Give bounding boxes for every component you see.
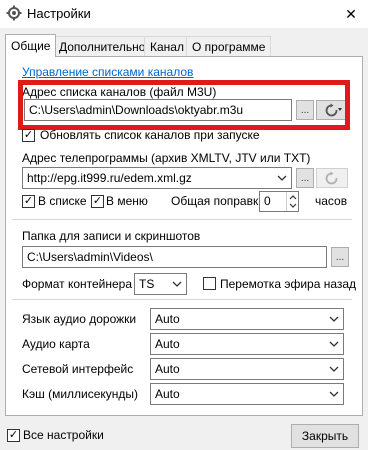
epg-browse-button[interactable]: ...	[296, 168, 314, 188]
window-close-button[interactable]: ✕	[334, 0, 368, 28]
tab-about[interactable]: О программе	[186, 36, 272, 56]
network-interface-label: Сетевой интерфейс	[22, 362, 134, 376]
chevron-down-icon	[329, 366, 339, 372]
epg-label: Адрес телепрограммы (архив XMLTV, JTV ил…	[22, 151, 311, 165]
window-title: Настройки	[27, 6, 91, 21]
update-on-start-checkbox[interactable]: ✓	[22, 129, 35, 142]
in-menu-checkbox[interactable]: ✓	[91, 195, 104, 208]
audio-card-label: Аудио карта	[22, 337, 90, 351]
audio-track-label: Язык аудио дорожки	[22, 312, 137, 326]
gear-icon	[6, 5, 22, 21]
time-offset-spinner[interactable]	[286, 192, 298, 211]
spinner-arrows-icon	[289, 195, 297, 208]
container-format-label: Формат контейнера	[22, 277, 133, 291]
timeshift-label: Перемотка эфира назад	[220, 277, 357, 291]
in-list-checkbox[interactable]: ✓	[22, 195, 35, 208]
close-icon: ✕	[345, 5, 357, 22]
cache-combo[interactable]: Auto	[150, 383, 344, 405]
record-folder-browse-button[interactable]: ...	[331, 247, 349, 267]
timeshift-checkbox[interactable]	[203, 277, 216, 290]
all-settings-checkbox[interactable]: ✓	[7, 429, 20, 442]
tab-advanced[interactable]: Дополнительно	[53, 36, 152, 56]
epg-combo[interactable]: http://epg.it999.ru/edem.xml.gz	[22, 167, 292, 189]
chevron-down-icon	[172, 281, 182, 287]
divider	[12, 299, 352, 300]
in-list-label: В списке	[38, 194, 87, 208]
record-folder-input[interactable]: C:\Users\admin\Videos\	[22, 246, 327, 268]
playlist-highlight-frame	[18, 80, 350, 130]
all-settings-label: Все настройки	[23, 428, 104, 442]
audio-track-combo[interactable]: Auto	[150, 308, 344, 330]
audio-card-combo[interactable]: Auto	[150, 333, 344, 355]
time-offset-unit: часов	[315, 194, 348, 208]
epg-refresh-button[interactable]	[316, 168, 348, 188]
update-on-start-label: Обновлять список каналов при запуске	[40, 128, 260, 142]
chevron-down-icon	[329, 341, 339, 347]
epg-value: http://epg.it999.ru/edem.xml.gz	[27, 171, 192, 185]
container-format-value: TS	[139, 277, 155, 291]
container-format-combo[interactable]: TS	[134, 273, 187, 295]
refresh-icon	[325, 171, 338, 185]
time-offset-label: Общая поправка	[171, 194, 266, 208]
chevron-down-icon	[329, 316, 339, 322]
close-button[interactable]: Закрыть	[291, 424, 359, 448]
tab-general[interactable]: Общие	[5, 34, 57, 57]
in-menu-label: В меню	[106, 194, 148, 208]
chevron-down-icon	[329, 391, 339, 397]
record-folder-label: Папка для записи и скриншотов	[22, 229, 201, 243]
cache-label: Кэш (миллисекунды)	[22, 387, 139, 401]
divider	[12, 219, 352, 220]
channel-list-link[interactable]: Управление списками каналов	[22, 65, 193, 79]
network-interface-combo[interactable]: Auto	[150, 358, 344, 380]
tab-channel[interactable]: Канал	[144, 36, 190, 56]
chevron-down-icon	[277, 175, 287, 181]
